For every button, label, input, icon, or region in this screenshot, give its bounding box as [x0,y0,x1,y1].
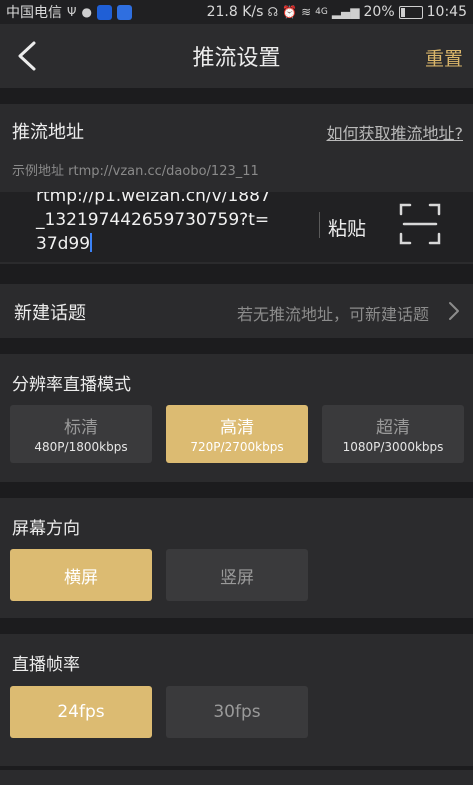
headset-icon: ☊ [267,5,279,19]
option-detail: 480P/1800kbps [34,440,128,454]
push-url-input[interactable]: rtmp://p1.weizan.cn/v/1887 _132197442659… [0,192,473,262]
battery-percent: 20% [363,4,395,20]
example-url: 示例地址 rtmp://vzan.cc/daobo/123_11 [12,164,259,179]
paste-button[interactable]: 粘贴 [328,214,366,241]
option-name: 30fps [213,702,261,722]
new-topic-label: 新建话题 [14,303,86,324]
chat-icon: ● [81,5,92,19]
orientation-title: 屏幕方向 [12,519,80,539]
status-bar: 中国电信 Ψ ● 21.8 K/s ☊ ⏰ ≋ 4G ▂▄▆ 20% 10:45 [0,0,473,24]
clock: 10:45 [426,4,467,20]
resolution-option-sd[interactable]: 标清 480P/1800kbps [10,405,152,463]
option-name: 高清 [220,418,254,438]
option-name: 超清 [376,418,410,438]
battery-icon [398,5,423,19]
alarm-icon: ⏰ [282,5,298,19]
page-title: 推流设置 [192,46,281,71]
next-section-edge [0,770,473,785]
resolution-section: 分辨率直播模式 标清 480P/1800kbps 高清 720P/2700kbp… [0,354,473,482]
push-url-label: 推流地址 [12,122,84,143]
orientation-section: 屏幕方向 横屏 竖屏 [0,498,473,618]
resolution-option-hd[interactable]: 高清 720P/2700kbps [166,405,308,463]
app-notification-icon [96,4,112,20]
frame-rate-24-button[interactable]: 24fps [10,686,152,738]
carrier-label: 中国电信 [6,5,62,21]
resolution-title: 分辨率直播模式 [12,375,131,395]
network-speed: 21.8 K/s [206,4,264,20]
push-url-section: 推流地址 如何获取推流地址? 示例地址 rtmp://vzan.cc/daobo… [0,104,473,264]
usb-icon: Ψ [67,5,77,19]
option-name: 标清 [64,418,98,438]
divider [319,212,320,238]
back-icon[interactable] [14,40,44,72]
scan-icon[interactable] [398,202,442,246]
orientation-portrait-button[interactable]: 竖屏 [166,549,308,601]
frame-rate-section: 直播帧率 24fps 30fps [0,634,473,766]
how-to-get-url-link[interactable]: 如何获取推流地址? [327,120,464,144]
chevron-right-icon [449,302,459,320]
wifi-icon: ≋ [301,5,312,19]
option-detail: 1080P/3000kbps [342,440,444,454]
resolution-option-fhd[interactable]: 超清 1080P/3000kbps [322,405,464,463]
new-topic-hint: 若无推流地址，可新建话题 [236,305,429,324]
text-caret [90,233,93,252]
option-name: 竖屏 [220,567,254,588]
option-name: 横屏 [64,567,98,588]
orientation-landscape-button[interactable]: 横屏 [10,549,152,601]
network-type: 4G [315,7,328,17]
option-name: 24fps [57,702,105,722]
new-topic-row[interactable]: 新建话题 若无推流地址，可新建话题 [0,284,473,338]
signal-icon: ▂▄▆ [331,5,360,19]
shield-notification-icon [116,4,132,20]
reset-button[interactable]: 重置 [425,44,463,71]
frame-rate-30-button[interactable]: 30fps [166,686,308,738]
option-detail: 720P/2700kbps [190,440,284,454]
nav-bar: 推流设置 重置 [0,24,473,88]
push-url-value[interactable]: rtmp://p1.weizan.cn/v/1887 _132197442659… [36,192,271,254]
frame-rate-title: 直播帧率 [12,655,80,675]
